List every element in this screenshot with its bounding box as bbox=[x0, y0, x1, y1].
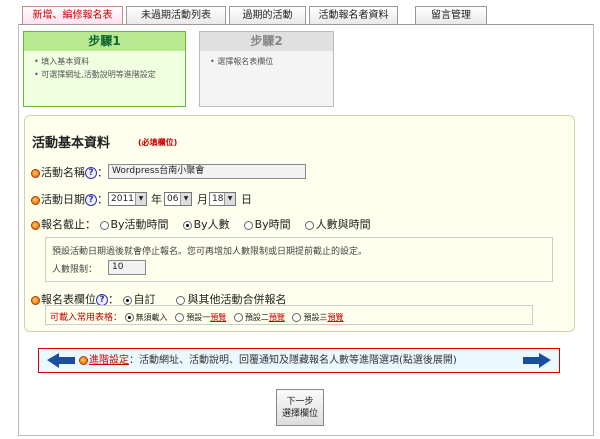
date-row: 活動日期?： bbox=[31, 191, 108, 207]
month-select[interactable]: 06 ▼ bbox=[164, 192, 192, 206]
limit-label: 人數限制： bbox=[52, 265, 98, 275]
arrow-right-icon bbox=[523, 353, 551, 368]
year-select[interactable]: 2011 ▼ bbox=[108, 192, 147, 206]
deadline-radio-both[interactable] bbox=[304, 220, 314, 230]
fields-radio-merge[interactable] bbox=[176, 295, 186, 305]
chevron-down-icon: ▼ bbox=[135, 193, 146, 205]
tab-registrants[interactable]: 活動報名者資料 bbox=[309, 6, 398, 25]
deadline-option-label: By人數 bbox=[193, 218, 230, 231]
common-option: 無須載入 bbox=[135, 313, 168, 322]
common-option: 預設二 bbox=[244, 313, 269, 322]
next-line2: 選擇欄位 bbox=[281, 409, 318, 419]
date-label: 活動日期 bbox=[41, 193, 85, 206]
common-radio-preset1[interactable] bbox=[175, 313, 185, 322]
advanced-settings-bar[interactable]: 進階設定：活動網址、活動說明、回覆通知及隱藏報名人數等進階選項(點選後展開) bbox=[38, 348, 560, 373]
day-select[interactable]: 18 ▼ bbox=[209, 192, 236, 206]
next-step-button[interactable]: 下一步 選擇欄位 bbox=[276, 389, 324, 426]
common-radio-none[interactable] bbox=[124, 313, 134, 322]
next-line1: 下一步 bbox=[286, 397, 314, 407]
step1-box: 步驟1 填入基本資料 可選擇網址,活動說明等進階設定 bbox=[23, 31, 186, 107]
month-value: 06 bbox=[167, 194, 179, 204]
bullet-icon bbox=[79, 355, 88, 365]
bullet-icon bbox=[31, 220, 40, 230]
tab-edit-form[interactable]: 新增、編修報名表 bbox=[22, 6, 123, 25]
deadline-radio-event-time[interactable] bbox=[99, 220, 109, 230]
common-option: 預設一 bbox=[186, 313, 211, 322]
step2-title: 步驟2 bbox=[200, 32, 333, 51]
name-row: 活動名稱?： bbox=[31, 164, 108, 180]
tab-messages[interactable]: 留言管理 bbox=[415, 6, 487, 25]
bullet-icon bbox=[31, 295, 40, 305]
common-radio-preset2[interactable] bbox=[233, 313, 243, 322]
deadline-option-label: By活動時間 bbox=[110, 218, 169, 231]
event-name-input[interactable]: Wordpress台南小聚會 bbox=[108, 164, 306, 179]
deadline-option-label: 人數與時間 bbox=[315, 218, 371, 231]
day-value: 18 bbox=[212, 194, 224, 204]
headcount-limit-input[interactable]: 10 bbox=[108, 260, 146, 275]
bullet-icon bbox=[31, 195, 40, 205]
fields-radio-custom[interactable] bbox=[122, 295, 132, 305]
deadline-label: 報名截止： bbox=[41, 218, 96, 231]
required-note: (必填欄位) bbox=[138, 138, 178, 147]
chevron-down-icon: ▼ bbox=[180, 193, 191, 205]
step1-item: 填入基本資料 bbox=[34, 55, 185, 68]
deadline-option-label: By時間 bbox=[254, 218, 291, 231]
bullet-icon bbox=[31, 168, 40, 178]
month-unit: 月 bbox=[197, 193, 208, 206]
preview-link[interactable]: 預覽 bbox=[269, 313, 285, 322]
chevron-down-icon: ▼ bbox=[224, 193, 235, 205]
common-forms-bar: 可載入常用表格： 無須載入 預設一預覽 預設二預覽 預設三預覽 bbox=[45, 305, 533, 325]
common-radio-preset3[interactable] bbox=[292, 313, 302, 322]
arrow-left-icon bbox=[47, 353, 75, 368]
year-unit: 年 bbox=[151, 193, 162, 206]
help-icon[interactable]: ? bbox=[85, 194, 97, 206]
advanced-text: ：活動網址、活動說明、回覆通知及隱藏報名人數等進階選項(點選後展開) bbox=[129, 355, 457, 366]
deadline-radio-headcount[interactable] bbox=[182, 220, 192, 230]
step2-item: 選擇報名表欄位 bbox=[210, 55, 333, 68]
deadline-row: 報名截止： By活動時間 By人數 By時間 人數與時間 bbox=[31, 216, 371, 232]
tab-past-events[interactable]: 過期的活動 bbox=[229, 6, 306, 25]
name-label: 活動名稱 bbox=[41, 166, 85, 179]
help-icon[interactable]: ? bbox=[85, 167, 97, 179]
step1-title: 步驟1 bbox=[24, 32, 185, 51]
deadline-radio-time[interactable] bbox=[243, 220, 253, 230]
step1-item: 可選擇網址,活動說明等進階設定 bbox=[34, 68, 185, 81]
advanced-link[interactable]: 進階設定 bbox=[89, 355, 129, 366]
preview-link[interactable]: 預覽 bbox=[327, 313, 343, 322]
section-title: 活動基本資料 bbox=[32, 136, 111, 151]
common-label: 可載入常用表格： bbox=[50, 313, 123, 323]
tab-active-events[interactable]: 未過期活動列表 bbox=[126, 6, 226, 25]
year-value: 2011 bbox=[111, 194, 134, 204]
day-unit: 日 bbox=[241, 193, 252, 206]
preview-link[interactable]: 預覽 bbox=[210, 313, 226, 322]
step2-box: 步驟2 選擇報名表欄位 bbox=[199, 31, 334, 107]
deadline-note: 預設活動日期過後就會停止報名。您可再增加人數限制或日期提前截止的設定。 bbox=[52, 247, 368, 257]
common-option: 預設三 bbox=[303, 313, 328, 322]
